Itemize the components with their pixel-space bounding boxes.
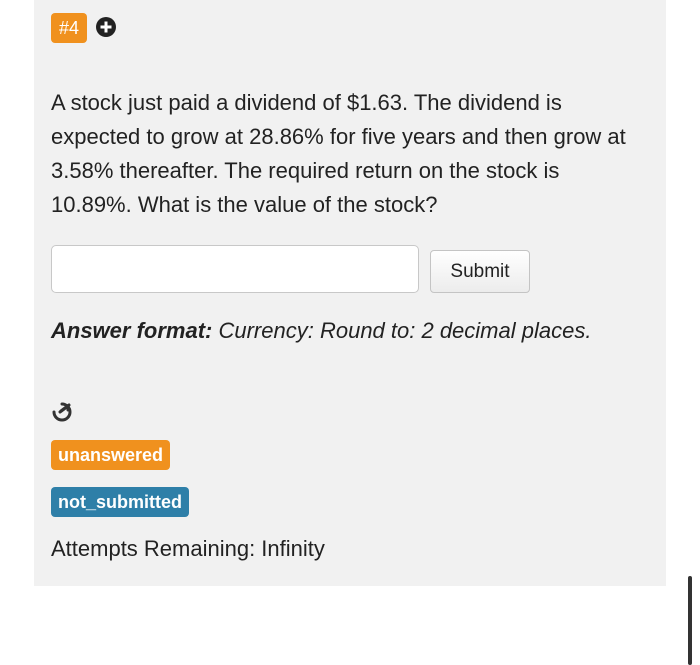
answer-input[interactable] [51, 245, 419, 293]
share-arrow-icon[interactable] [51, 401, 73, 423]
submit-button[interactable]: Submit [430, 250, 530, 293]
answer-status-badge: unanswered [51, 440, 171, 470]
scrollbar[interactable] [688, 576, 692, 665]
question-panel: #4 A stock just paid a dividend of $1.63… [34, 0, 666, 586]
attempts-remaining: Attempts Remaining: Infinity [51, 536, 325, 561]
submission-status-badge: not_submitted [51, 487, 189, 517]
answer-format-label: Answer format: [51, 318, 213, 343]
answer-format: Answer format: Currency: Round to: 2 dec… [51, 314, 591, 348]
question-number-badge: #4 [51, 13, 88, 43]
question-text: A stock just paid a dividend of $1.63. T… [51, 90, 626, 217]
plus-circle-icon[interactable] [95, 16, 117, 38]
answer-format-value: Currency: Round to: 2 decimal places. [218, 318, 592, 343]
